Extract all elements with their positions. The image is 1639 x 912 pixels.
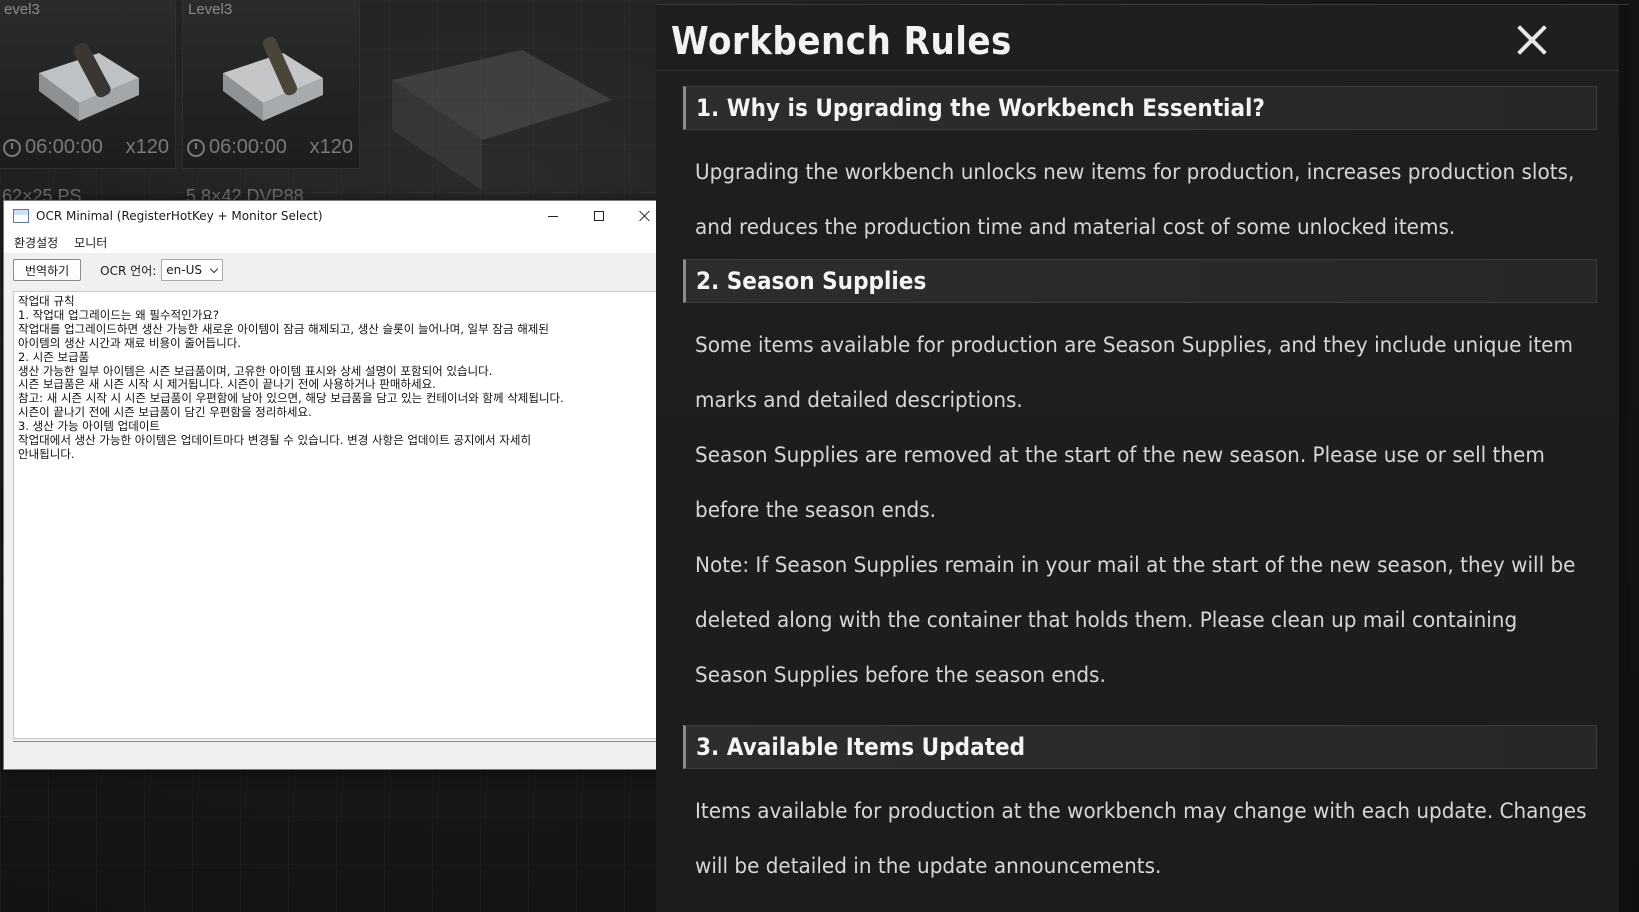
- translate-button[interactable]: 번역하기: [13, 259, 82, 281]
- clock-icon: [187, 138, 205, 157]
- item-quantity: x120: [309, 136, 353, 158]
- ocr-language-value: en-US: [166, 263, 202, 277]
- menu-bar: 환경설정 모니터: [4, 231, 668, 253]
- panel-title: Workbench Rules: [671, 19, 1012, 63]
- text-line: 참고: 새 시즌 시작 시 시즌 보급품이 우편함에 남아 있으면, 해당 보급…: [18, 391, 564, 406]
- close-icon[interactable]: [1517, 25, 1547, 55]
- text-line: 안내됩니다.: [18, 446, 75, 461]
- chevron-down-icon: [210, 264, 219, 274]
- close-icon: [639, 210, 651, 222]
- section-body: Items available for production at the wo…: [695, 799, 1587, 879]
- ocr-language-select[interactable]: en-US: [161, 259, 224, 281]
- ammo-crate-icon: [392, 50, 612, 190]
- text-line: 3. 생산 가능 아이템 업데이트: [18, 419, 160, 434]
- ammo-box-icon: [39, 42, 139, 121]
- ocr-text-area[interactable]: 작업대 규칙 1. 작업대 업그레이드는 왜 필수적인가요? 작업대를 업그레이…: [13, 291, 660, 739]
- toolbar: 번역하기 OCR 언어: en-US: [4, 253, 668, 287]
- item-card[interactable]: Level3 06:00:00 x120: [182, 0, 360, 169]
- rules-panel: Workbench Rules 1. Why is Upgrading the …: [656, 4, 1629, 912]
- menu-settings[interactable]: 환경설정: [6, 234, 66, 251]
- item-quantity: x120: [125, 136, 169, 158]
- item-timer: 06:00:00: [187, 136, 287, 159]
- minimize-icon: [548, 215, 558, 217]
- text-line: 작업대를 업그레이드하면 생산 가능한 새로운 아이템이 잠금 해제되고, 생산…: [18, 321, 549, 336]
- text-line: 작업대에서 생산 가능한 아이템은 업데이트마다 변경될 수 있습니다. 변경 …: [18, 433, 532, 448]
- maximize-icon: [594, 211, 604, 221]
- item-level: evel3: [4, 1, 40, 18]
- text-line: 시즌이 끝나기 전에 시즌 보급품이 담긴 우편함을 정리하세요.: [18, 405, 312, 420]
- status-bar: [13, 741, 660, 742]
- window-title: OCR Minimal (RegisterHotKey + Monitor Se…: [36, 209, 323, 223]
- panel-edge: [1619, 5, 1629, 912]
- text-line: 작업대 규칙: [18, 294, 75, 308]
- text-line: 시즌 보급품은 새 시즌 시작 시 제거됩니다. 시즌이 끝나기 전에 사용하거…: [18, 377, 436, 392]
- screen: evel3 06:00:00 x120 Level3 06:00:00 x120…: [0, 0, 1639, 912]
- text-line: 아이템의 생산 시간과 재료 비용이 줄어듭니다.: [18, 335, 241, 350]
- text-line: 1. 작업대 업그레이드는 왜 필수적인가요?: [18, 307, 219, 322]
- section-heading: 1. Why is Upgrading the Workbench Essent…: [683, 86, 1597, 130]
- ammo-box-icon: [223, 36, 323, 121]
- maximize-button[interactable]: [576, 201, 622, 231]
- item-level: Level3: [188, 1, 233, 18]
- item-timer: 06:00:00: [3, 136, 103, 159]
- app-icon: [13, 209, 29, 223]
- ocr-window: OCR Minimal (RegisterHotKey + Monitor Se…: [3, 200, 669, 770]
- section-body: Some items available for production are …: [695, 333, 1576, 688]
- minimize-button[interactable]: [530, 201, 576, 231]
- ocr-language-label: OCR 언어:: [100, 263, 157, 278]
- menu-monitor[interactable]: 모니터: [66, 234, 115, 251]
- panel-header: Workbench Rules: [656, 5, 1629, 71]
- text-line: 생산 가능한 일부 아이템은 시즌 보급품이며, 고유한 아이템 표시와 상세 …: [18, 363, 493, 378]
- section-heading: 3. Available Items Updated: [683, 725, 1597, 769]
- text-line: 2. 시즌 보급품: [18, 349, 90, 364]
- clock-icon: [3, 138, 21, 157]
- section-heading: 2. Season Supplies: [683, 259, 1597, 303]
- window-titlebar[interactable]: OCR Minimal (RegisterHotKey + Monitor Se…: [4, 201, 668, 231]
- item-card[interactable]: evel3 06:00:00 x120: [0, 0, 176, 169]
- section-body: Upgrading the workbench unlocks new item…: [695, 160, 1575, 240]
